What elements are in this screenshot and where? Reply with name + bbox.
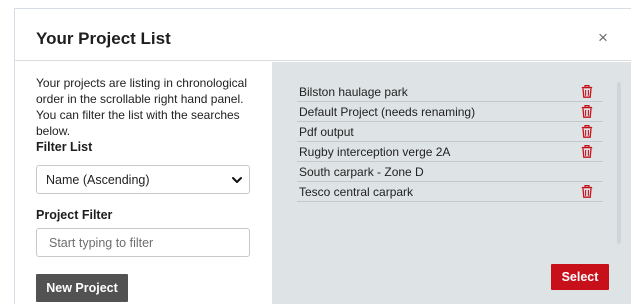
project-name: Rugby interception verge 2A <box>299 145 451 159</box>
modal-header: Your Project List × <box>15 9 631 61</box>
left-column: Your projects are listing in chronologic… <box>36 75 254 139</box>
project-list-panel: Bilston haulage park Default Project (nee… <box>272 62 631 304</box>
project-row[interactable]: South carpark - Zone D <box>297 162 603 182</box>
trash-icon[interactable] <box>581 105 593 118</box>
filter-list-label: Filter List <box>36 140 93 154</box>
project-row[interactable]: Rugby interception verge 2A <box>297 142 603 162</box>
trash-icon[interactable] <box>581 85 593 98</box>
chevron-down-icon <box>232 177 242 183</box>
trash-icon[interactable] <box>581 125 593 138</box>
project-list: Bilston haulage park Default Project (nee… <box>297 82 603 202</box>
project-name: Tesco central carpark <box>299 185 414 199</box>
select-button-label: Select <box>561 270 599 284</box>
new-project-label: New Project <box>46 281 118 295</box>
project-name: Default Project (needs renaming) <box>299 105 476 119</box>
project-row[interactable]: Pdf output <box>297 122 603 142</box>
filter-list-value: Name (Ascending) <box>46 173 150 187</box>
new-project-button[interactable]: New Project <box>36 274 128 302</box>
project-name: Bilston haulage park <box>299 85 408 99</box>
intro-text: Your projects are listing in chronologic… <box>36 76 248 138</box>
project-row[interactable]: Default Project (needs renaming) <box>297 102 603 122</box>
close-icon[interactable]: × <box>596 29 610 46</box>
project-filter-input[interactable]: Start typing to filter <box>36 228 250 257</box>
modal-title: Your Project List <box>36 29 171 48</box>
project-list-modal: Your Project List × Your projects are li… <box>14 8 631 304</box>
filter-list-select[interactable]: Name (Ascending) <box>36 165 250 194</box>
list-scrollbar[interactable] <box>617 82 621 244</box>
project-row[interactable]: Tesco central carpark <box>297 182 603 202</box>
project-filter-placeholder: Start typing to filter <box>49 236 154 250</box>
project-name: South carpark - Zone D <box>299 165 424 179</box>
select-button[interactable]: Select <box>551 264 609 290</box>
trash-icon[interactable] <box>581 145 593 158</box>
project-row[interactable]: Bilston haulage park <box>297 82 603 102</box>
project-name: Pdf output <box>299 125 354 139</box>
page-backdrop <box>0 0 631 8</box>
trash-icon[interactable] <box>581 185 593 198</box>
project-filter-label: Project Filter <box>36 208 113 222</box>
